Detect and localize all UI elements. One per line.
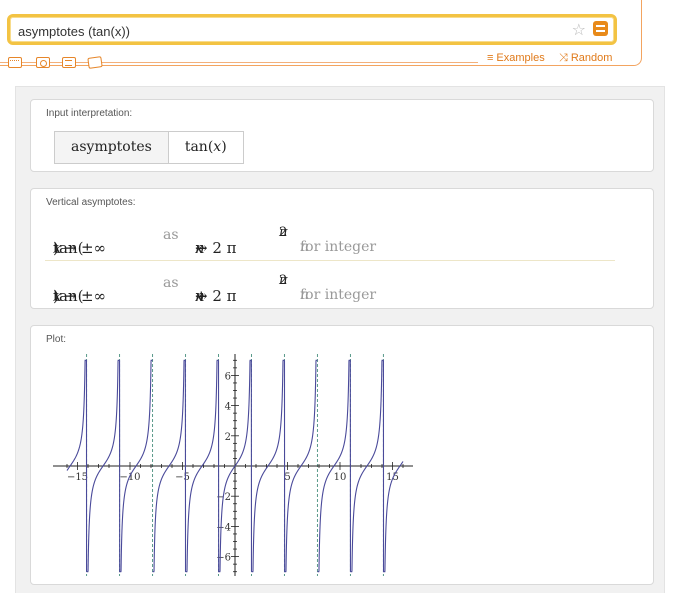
x-tick-label: 5 <box>284 472 290 483</box>
arg-variable: x <box>213 139 222 155</box>
keyboard-icon[interactable] <box>8 57 22 68</box>
pod-input-interpretation: Input interpretation: asymptotes tan(x) <box>30 99 654 172</box>
arg-suffix: ) <box>221 139 227 155</box>
list-icon[interactable] <box>62 57 76 68</box>
y-tick-label: 2 <box>225 432 231 443</box>
x-tick-label: −10 <box>119 472 140 483</box>
lhs-post: ) → ±∞ <box>53 239 107 257</box>
interpretation-function-cell: asymptotes <box>55 132 169 163</box>
cond-var: n <box>300 239 310 255</box>
lhs-post: ) → ±∞ <box>53 287 107 305</box>
random-link[interactable]: ⤨ Random <box>559 52 612 65</box>
interpretation-argument-cell: tan(x) <box>169 132 243 163</box>
x-tick-label: −15 <box>67 472 88 483</box>
as-word: as <box>163 275 179 291</box>
fraction-denominator: 2 <box>279 225 288 240</box>
shuffle-icon: ⤨ <box>559 52 568 64</box>
tan-plot: −15 −10 −5 5 10 15−6−4−2246 <box>53 354 413 576</box>
y-tick-label: 4 <box>225 402 231 413</box>
camera-icon[interactable] <box>36 57 50 68</box>
arg-prefix: tan( <box>184 139 214 155</box>
interpretation-table: asymptotes tan(x) <box>54 131 244 164</box>
cond-var: n <box>300 287 310 303</box>
list-lines-icon: ≡ <box>487 52 494 64</box>
asymptote-row: tan(x) → ±∞ as x → 2 π n + π 2 for integ… <box>53 263 613 307</box>
cond-text: for integer <box>300 287 377 303</box>
row-divider <box>45 260 615 261</box>
asymptote-row: tan(x) → ±∞ as x → 2 π n − π 2 for integ… <box>53 215 613 259</box>
pod-title: Vertical asymptotes: <box>46 197 136 208</box>
x-tick-label: −5 <box>175 472 190 483</box>
cond-text: for integer <box>300 239 377 255</box>
examples-label: Examples <box>496 52 545 64</box>
equals-icon[interactable] <box>593 21 608 36</box>
examples-link[interactable]: ≡ Examples <box>487 52 545 64</box>
pictures-icon[interactable] <box>87 56 103 69</box>
fraction-denominator: 2 <box>279 273 288 288</box>
search-box[interactable]: ☆ <box>7 14 617 45</box>
rhs-op: + <box>195 287 208 305</box>
pod-title: Input interpretation: <box>46 108 133 119</box>
y-tick-label: 6 <box>225 371 231 382</box>
pod-plot: Plot: −15 −10 −5 5 10 15 −6 −4 −2 2 4 6 <box>30 325 654 585</box>
as-word: as <box>163 227 179 243</box>
star-icon[interactable]: ☆ <box>572 20 586 40</box>
random-label: Random <box>570 52 613 64</box>
x-tick-label: 10 <box>334 472 347 483</box>
search-input[interactable] <box>18 22 558 40</box>
rhs-op: − <box>195 239 208 257</box>
results-area: Input interpretation: asymptotes tan(x) … <box>15 86 665 593</box>
pod-vertical-asymptotes: Vertical asymptotes: tan(x) → ±∞ as x → … <box>30 188 654 309</box>
